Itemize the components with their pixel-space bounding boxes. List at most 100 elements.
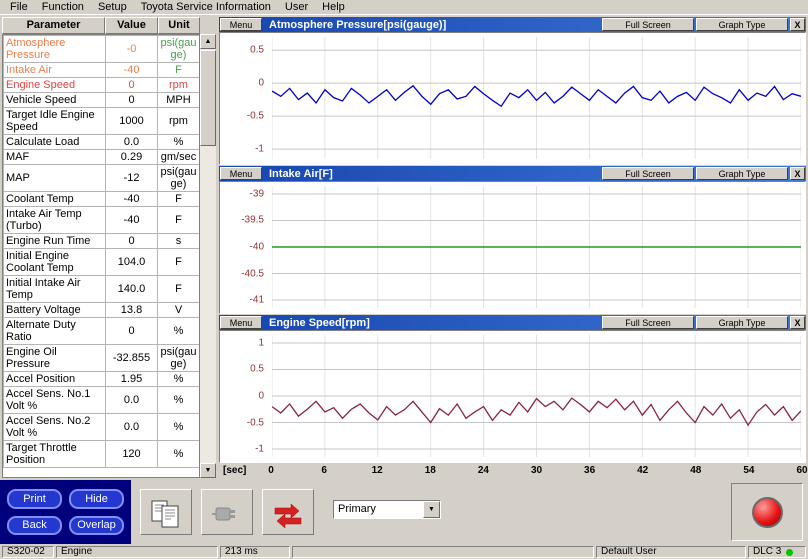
menu-help[interactable]: Help	[315, 0, 352, 14]
cell-param: Accel Position	[4, 372, 106, 387]
cell-value: -40	[106, 63, 158, 78]
cell-param: Intake Air Temp (Turbo)	[4, 207, 106, 234]
graph-title: Engine Speed[rpm]	[269, 316, 600, 330]
cell-value: 0	[106, 78, 158, 93]
status-spacer	[292, 546, 594, 558]
table-row[interactable]: Initial Engine Coolant Temp104.0F	[4, 249, 200, 276]
table-row[interactable]: Coolant Temp-40F	[4, 192, 200, 207]
menu-button[interactable]: Menu	[220, 18, 262, 31]
cell-param: Alternate Duty Ratio	[4, 318, 106, 345]
full-screen-button[interactable]: Full Screen	[602, 167, 694, 180]
y-tick-label: -0.5	[247, 111, 264, 122]
cell-unit: %	[158, 318, 200, 345]
table-row[interactable]: Accel Sens. No.2 Volt %0.0%	[4, 414, 200, 441]
data-list-icon[interactable]	[140, 489, 192, 535]
cell-unit: rpm	[158, 108, 200, 135]
hide-button[interactable]: Hide	[69, 489, 124, 509]
cell-param: Intake Air	[4, 63, 106, 78]
cell-param: Engine Run Time	[4, 234, 106, 249]
table-row[interactable]: Engine Speed0rpm	[4, 78, 200, 93]
y-tick-label: -41	[250, 295, 264, 306]
table-row[interactable]: Atmosphere Pressure-0psi(gauge)	[4, 36, 200, 63]
connector-icon[interactable]	[201, 489, 253, 535]
header-unit: Unit	[158, 17, 200, 34]
table-row[interactable]: Vehicle Speed0MPH	[4, 93, 200, 108]
line-chart	[272, 37, 801, 159]
graph-group-dropdown[interactable]: Primary ▼	[333, 500, 441, 519]
close-icon[interactable]: X	[790, 316, 805, 329]
graph-area: Menu Atmosphere Pressure[psi(gauge)] Ful…	[219, 17, 806, 478]
status-user: Default User	[596, 546, 746, 558]
menu-setup[interactable]: Setup	[91, 0, 134, 14]
table-row[interactable]: Calculate Load0.0%	[4, 135, 200, 150]
cell-value: 0.29	[106, 150, 158, 165]
cell-value: 1000	[106, 108, 158, 135]
cell-value: 0.0	[106, 414, 158, 441]
cell-unit: rpm	[158, 78, 200, 93]
chevron-down-icon[interactable]: ▼	[423, 501, 440, 518]
back-button[interactable]: Back	[7, 516, 62, 536]
menu-toyota-service-information[interactable]: Toyota Service Information	[134, 0, 278, 14]
graph-panel-engine-speed: Menu Engine Speed[rpm] Full Screen Graph…	[219, 315, 806, 463]
scroll-thumb[interactable]	[200, 50, 216, 146]
table-row[interactable]: Intake Air Temp (Turbo)-40F	[4, 207, 200, 234]
graph-plot-area: -39-39.5-40-40.5-41	[219, 181, 806, 314]
table-row[interactable]: Accel Position1.95%	[4, 372, 200, 387]
header-value: Value	[105, 17, 158, 34]
menu-user[interactable]: User	[278, 0, 315, 14]
full-screen-button[interactable]: Full Screen	[602, 18, 694, 31]
graph-plot-area: 0.50-0.5-1	[219, 32, 806, 165]
table-row[interactable]: Initial Intake Air Temp140.0F	[4, 276, 200, 303]
table-row[interactable]: Alternate Duty Ratio0%	[4, 318, 200, 345]
table-row[interactable]: Battery Voltage13.8V	[4, 303, 200, 318]
graph-type-button[interactable]: Graph Type	[696, 18, 788, 31]
menubar: File Function Setup Toyota Service Infor…	[0, 0, 808, 15]
graph-type-button[interactable]: Graph Type	[696, 167, 788, 180]
table-row[interactable]: MAP-12psi(gauge)	[4, 165, 200, 192]
cell-unit: F	[158, 249, 200, 276]
cell-value: 13.8	[106, 303, 158, 318]
cell-value: -40	[106, 192, 158, 207]
bottom-bar: Print Hide Back Overlap	[0, 480, 808, 544]
cell-value: 140.0	[106, 276, 158, 303]
cell-value: -12	[106, 165, 158, 192]
cell-param: Calculate Load	[4, 135, 106, 150]
cell-param: MAF	[4, 150, 106, 165]
close-icon[interactable]: X	[790, 18, 805, 31]
menu-function[interactable]: Function	[35, 0, 91, 14]
record-button[interactable]	[752, 497, 783, 528]
x-tick-label: 60	[796, 465, 807, 476]
swap-arrows-icon[interactable]	[262, 489, 314, 535]
menu-button[interactable]: Menu	[220, 316, 262, 329]
cell-param: Atmosphere Pressure	[4, 36, 106, 63]
table-row[interactable]: Target Idle Engine Speed1000rpm	[4, 108, 200, 135]
cell-value: 1.95	[106, 372, 158, 387]
table-row[interactable]: Engine Oil Pressure-32.855psi(gauge)	[4, 345, 200, 372]
cell-unit: F	[158, 276, 200, 303]
cell-unit: F	[158, 192, 200, 207]
table-row[interactable]: MAF0.29gm/sec	[4, 150, 200, 165]
y-tick-label: -39	[250, 188, 264, 199]
print-button[interactable]: Print	[7, 489, 62, 509]
cell-unit: psi(gauge)	[158, 36, 200, 63]
close-icon[interactable]: X	[790, 167, 805, 180]
scroll-up-icon[interactable]: ▲	[200, 34, 216, 49]
table-row[interactable]: Target Throttle Position120%	[4, 441, 200, 468]
x-axis: [sec] 06121824303642485460	[219, 464, 806, 478]
overlap-button[interactable]: Overlap	[69, 516, 124, 536]
cell-value: 104.0	[106, 249, 158, 276]
menu-button[interactable]: Menu	[220, 167, 262, 180]
nav-panel: Print Hide Back Overlap	[0, 480, 131, 544]
menu-file[interactable]: File	[3, 0, 35, 14]
table-row[interactable]: Engine Run Time0s	[4, 234, 200, 249]
table-scrollbar[interactable]: ▲ ▼	[200, 34, 216, 478]
x-tick-label: 6	[321, 465, 327, 476]
graph-titlebar: Menu Atmosphere Pressure[psi(gauge)] Ful…	[219, 17, 806, 32]
graph-type-button[interactable]: Graph Type	[696, 316, 788, 329]
graph-title: Atmosphere Pressure[psi(gauge)]	[269, 18, 600, 32]
table-row[interactable]: Accel Sens. No.1 Volt %0.0%	[4, 387, 200, 414]
full-screen-button[interactable]: Full Screen	[602, 316, 694, 329]
table-row[interactable]: Intake Air-40F	[4, 63, 200, 78]
graph-titlebar: Menu Engine Speed[rpm] Full Screen Graph…	[219, 315, 806, 330]
scroll-down-icon[interactable]: ▼	[200, 463, 216, 478]
